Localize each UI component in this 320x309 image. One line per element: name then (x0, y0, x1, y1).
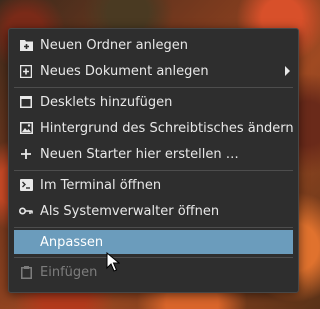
document-new-icon (19, 64, 33, 78)
menu-separator (14, 227, 293, 228)
menu-separator (14, 170, 293, 171)
plus-icon (19, 147, 33, 161)
menu-item-change-background[interactable]: Hintergrund des Schreibtisches ändern (14, 116, 294, 140)
menu-item-new-folder[interactable]: Neuen Ordner anlegen (14, 33, 293, 57)
folder-new-icon (19, 38, 33, 52)
menu-item-label: Neuen Ordner anlegen (40, 37, 188, 53)
clipboard-icon (19, 265, 33, 279)
terminal-icon (19, 178, 33, 192)
menu-item-label: Als Systemverwalter öffnen (40, 203, 220, 219)
menu-item-create-launcher[interactable]: Neuen Starter hier erstellen … (14, 142, 293, 166)
menu-item-label: Im Terminal öffnen (40, 177, 162, 193)
menu-item-label: Hintergrund des Schreibtisches ändern (40, 120, 294, 136)
desklet-icon (19, 95, 33, 109)
menu-item-add-desklets[interactable]: Desklets hinzufügen (14, 90, 293, 114)
desktop-context-menu: Neuen Ordner anlegen Neues Dokument anle… (8, 28, 299, 293)
image-icon (19, 121, 33, 135)
menu-item-label: Desklets hinzufügen (40, 94, 173, 110)
key-icon (19, 204, 33, 218)
menu-item-label: Einfügen (40, 264, 98, 280)
menu-item-customize[interactable]: Anpassen (14, 230, 293, 254)
menu-separator (14, 257, 293, 258)
menu-item-label: Neuen Starter hier erstellen … (40, 146, 239, 162)
menu-item-paste[interactable]: Einfügen (14, 260, 293, 284)
menu-item-open-as-admin[interactable]: Als Systemverwalter öffnen (14, 199, 293, 223)
menu-item-label: Anpassen (40, 234, 104, 250)
menu-item-new-document[interactable]: Neues Dokument anlegen (14, 59, 293, 83)
menu-item-open-terminal[interactable]: Im Terminal öffnen (14, 173, 293, 197)
submenu-arrow-icon (285, 66, 290, 76)
menu-separator (14, 87, 293, 88)
menu-item-label: Neues Dokument anlegen (40, 63, 209, 79)
mouse-pointer-icon (106, 252, 120, 272)
